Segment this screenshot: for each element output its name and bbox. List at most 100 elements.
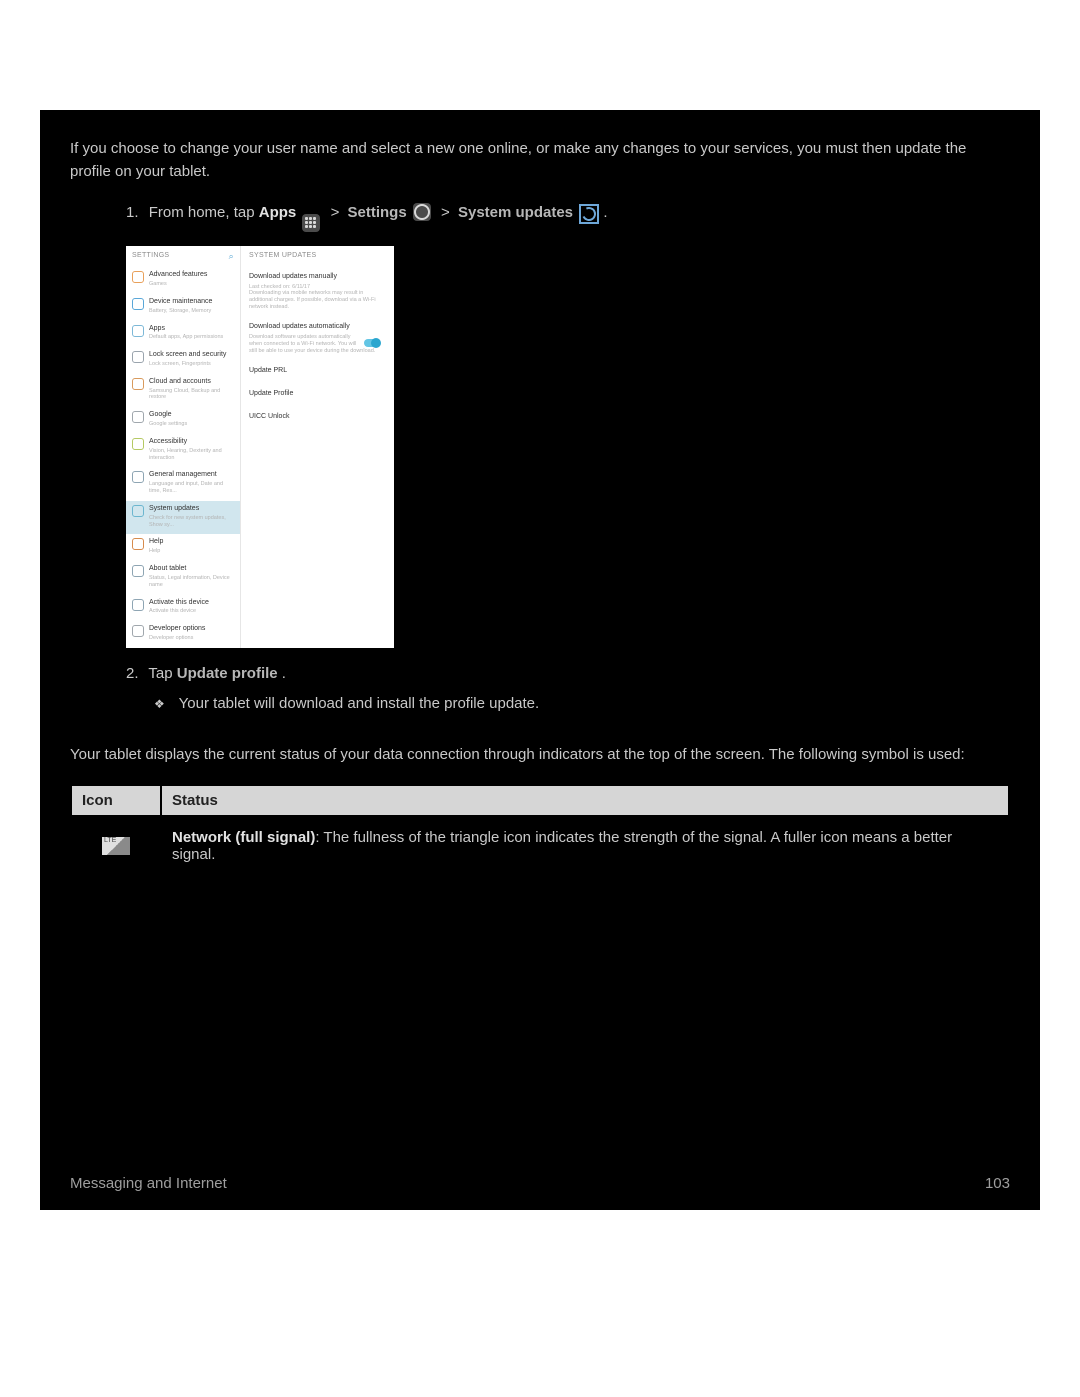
download-manual-sub: Last checked on: 6/11/17 Downloading via… (249, 284, 386, 312)
system-updates-icon (579, 204, 599, 224)
settings-left-item: AccessibilityVision, Hearing, Dexterity … (126, 434, 240, 468)
settings-item-title: Accessibility (149, 438, 234, 447)
settings-left-item: General managementLanguage and input, Da… (126, 467, 240, 501)
settings-screenshot: SETTINGS ⌕ Advanced featuresGamesDevice … (126, 246, 394, 648)
update-profile-bold: Update profile (177, 665, 278, 682)
footer-page-number: 103 (985, 1175, 1010, 1192)
settings-item-icon (132, 471, 144, 483)
settings-item-title: Developer options (149, 625, 234, 634)
settings-left-item: Advanced featuresGames (126, 267, 240, 294)
settings-item-sub: Check for new system updates, Show sy... (149, 515, 234, 529)
settings-left-item: Cloud and accountsSamsung Cloud, Backup … (126, 374, 240, 408)
settings-right-panel: SYSTEM UPDATES Download updates manually… (241, 246, 394, 648)
separator-1: > (331, 204, 344, 221)
lte-signal-icon: LTE (102, 837, 130, 855)
settings-left-header-text: SETTINGS (132, 252, 169, 261)
settings-item-icon (132, 599, 144, 611)
settings-left-item: AppsDefault apps, App permissions (126, 321, 240, 348)
step-2-prefix: Tap (148, 665, 176, 682)
settings-item-sub: Vision, Hearing, Dexterity and interacti… (149, 448, 234, 462)
settings-item-icon (132, 378, 144, 390)
settings-left-item: Device maintenanceBattery, Storage, Memo… (126, 294, 240, 321)
table-row: LTE Network (full signal): The fullness … (71, 816, 1009, 876)
settings-item-icon (132, 505, 144, 517)
download-updates-automatically: Download updates automatically Download … (241, 317, 394, 360)
settings-left-item: Developer optionsDeveloper options (126, 621, 240, 648)
settings-item-sub: Activate this device (149, 608, 234, 615)
download-auto-title: Download updates automatically (249, 323, 386, 332)
auto-download-toggle (364, 339, 380, 347)
download-manual-title: Download updates manually (249, 273, 386, 282)
step-2: 2. Tap Update profile . Your tablet will… (126, 662, 1010, 716)
step-2-sub-bullet-text: Your tablet will download and install th… (179, 695, 540, 712)
settings-right-header: SYSTEM UPDATES (241, 246, 394, 267)
status-table: Icon Status LTE Network (full signal): T… (70, 784, 1010, 877)
settings-left-item: System updatesCheck for new system updat… (126, 501, 240, 535)
settings-item-sub: Developer options (149, 635, 234, 642)
settings-item-title: Lock screen and security (149, 351, 234, 360)
step-1-period: . (603, 204, 607, 221)
step-2-sub-bullet: Your tablet will download and install th… (154, 692, 1010, 716)
settings-item-sub: Language and input, Date and time, Res..… (149, 481, 234, 495)
settings-item-icon (132, 271, 144, 283)
settings-left-item: Activate this deviceActivate this device (126, 595, 240, 622)
settings-item-title: Advanced features (149, 271, 234, 280)
step-2-sublist: Your tablet will download and install th… (154, 692, 1010, 716)
status-intro: Your tablet displays the current status … (70, 744, 1010, 767)
status-header-icon: Icon (71, 785, 161, 816)
settings-left-header: SETTINGS ⌕ (126, 246, 240, 267)
settings-item-title: Device maintenance (149, 298, 234, 307)
settings-item-title: About tablet (149, 565, 234, 574)
intro-paragraph: If you choose to change your user name a… (70, 138, 1010, 183)
update-profile: Update Profile (241, 383, 394, 406)
settings-left-item: Lock screen and securityLock screen, Fin… (126, 347, 240, 374)
footer-section-title: Messaging and Internet (70, 1175, 227, 1192)
update-prl: Update PRL (241, 360, 394, 383)
settings-item-sub: Samsung Cloud, Backup and restore (149, 388, 234, 402)
step-2-number: 2. (126, 665, 139, 682)
settings-item-sub: Help (149, 548, 234, 555)
settings-left-item: About tabletStatus, Legal information, D… (126, 561, 240, 595)
separator-2: > (441, 204, 454, 221)
settings-item-title: Cloud and accounts (149, 378, 234, 387)
settings-item-icon (132, 538, 144, 550)
settings-gear-icon (413, 203, 431, 221)
settings-item-sub: Google settings (149, 421, 234, 428)
settings-item-sub: Lock screen, Fingerprints (149, 361, 234, 368)
settings-item-sub: Default apps, App permissions (149, 334, 234, 341)
download-updates-manually: Download updates manually Last checked o… (241, 267, 394, 317)
settings-item-sub: Status, Legal information, Device name (149, 575, 234, 589)
apps-label: Apps (259, 204, 297, 221)
settings-item-icon (132, 298, 144, 310)
system-updates-label: System updates (458, 204, 573, 221)
search-icon: ⌕ (229, 251, 234, 262)
settings-label: Settings (348, 204, 407, 221)
settings-item-title: Help (149, 538, 234, 547)
page-footer: Messaging and Internet 103 (70, 1175, 1010, 1192)
step-1-prefix: From home, tap (149, 204, 259, 221)
settings-item-icon (132, 325, 144, 337)
document-page: If you choose to change your user name a… (40, 110, 1040, 1210)
apps-icon (302, 214, 320, 232)
status-signal-icon-cell: LTE (71, 816, 161, 876)
status-signal-desc: Network (full signal): The fullness of t… (161, 816, 1009, 876)
settings-left-panel: SETTINGS ⌕ Advanced featuresGamesDevice … (126, 246, 241, 648)
settings-item-title: Activate this device (149, 599, 234, 608)
settings-item-title: System updates (149, 505, 234, 514)
settings-item-title: Apps (149, 325, 234, 334)
settings-item-icon (132, 565, 144, 577)
settings-item-title: Google (149, 411, 234, 420)
step-1-number: 1. (126, 204, 139, 221)
step-1: 1. From home, tap Apps > Settings > Syst… (126, 201, 1010, 648)
step-2-suffix: . (282, 665, 286, 682)
status-header-status: Status (161, 785, 1009, 816)
settings-left-item: HelpHelp (126, 534, 240, 561)
uicc-unlock: UICC Unlock (241, 406, 394, 429)
settings-item-sub: Games (149, 281, 234, 288)
settings-left-item: GoogleGoogle settings (126, 407, 240, 434)
network-full-signal-bold: Network (full signal) (172, 829, 315, 846)
settings-item-icon (132, 625, 144, 637)
settings-item-icon (132, 351, 144, 363)
steps-list: 1. From home, tap Apps > Settings > Syst… (126, 201, 1010, 716)
settings-item-title: General management (149, 471, 234, 480)
